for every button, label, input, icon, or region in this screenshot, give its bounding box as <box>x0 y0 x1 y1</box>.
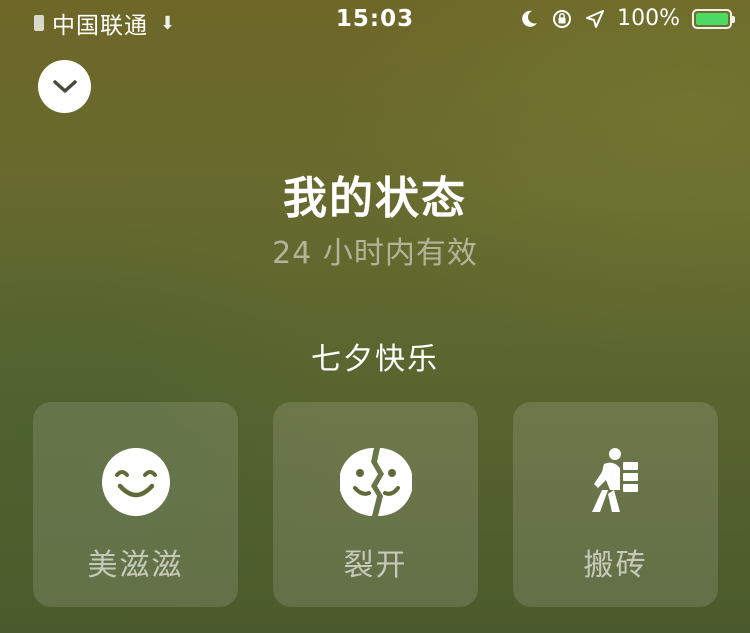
status-bar: 中国联通 ⬇ 15:03 100% <box>0 0 750 40</box>
status-card-banzhuan[interactable]: 搬砖 <box>513 402 718 607</box>
cracked-face-icon <box>340 447 412 517</box>
status-card-meizizi[interactable]: 美滋滋 <box>33 402 238 607</box>
page-title: 我的状态 <box>283 173 467 224</box>
status-card-liekai[interactable]: 裂开 <box>273 402 478 607</box>
lock-rotation-icon <box>551 8 573 30</box>
moon-icon <box>519 9 539 29</box>
battery-level-fill <box>696 12 728 25</box>
location-arrow-icon <box>585 9 605 29</box>
collapse-button[interactable] <box>38 60 91 113</box>
section-title: 七夕快乐 <box>311 342 439 377</box>
carrying-bricks-icon <box>592 448 638 512</box>
battery-percentage: 100% <box>617 6 680 31</box>
battery-icon <box>692 8 735 29</box>
card-label: 裂开 <box>343 548 408 583</box>
status-right: 100% <box>519 6 735 31</box>
smiley-icon <box>102 448 170 516</box>
card-label: 搬砖 <box>583 548 648 583</box>
card-label: 美滋滋 <box>87 548 184 583</box>
chevron-down-icon <box>52 79 77 93</box>
page-subtitle: 24 小时内有效 <box>272 236 478 271</box>
